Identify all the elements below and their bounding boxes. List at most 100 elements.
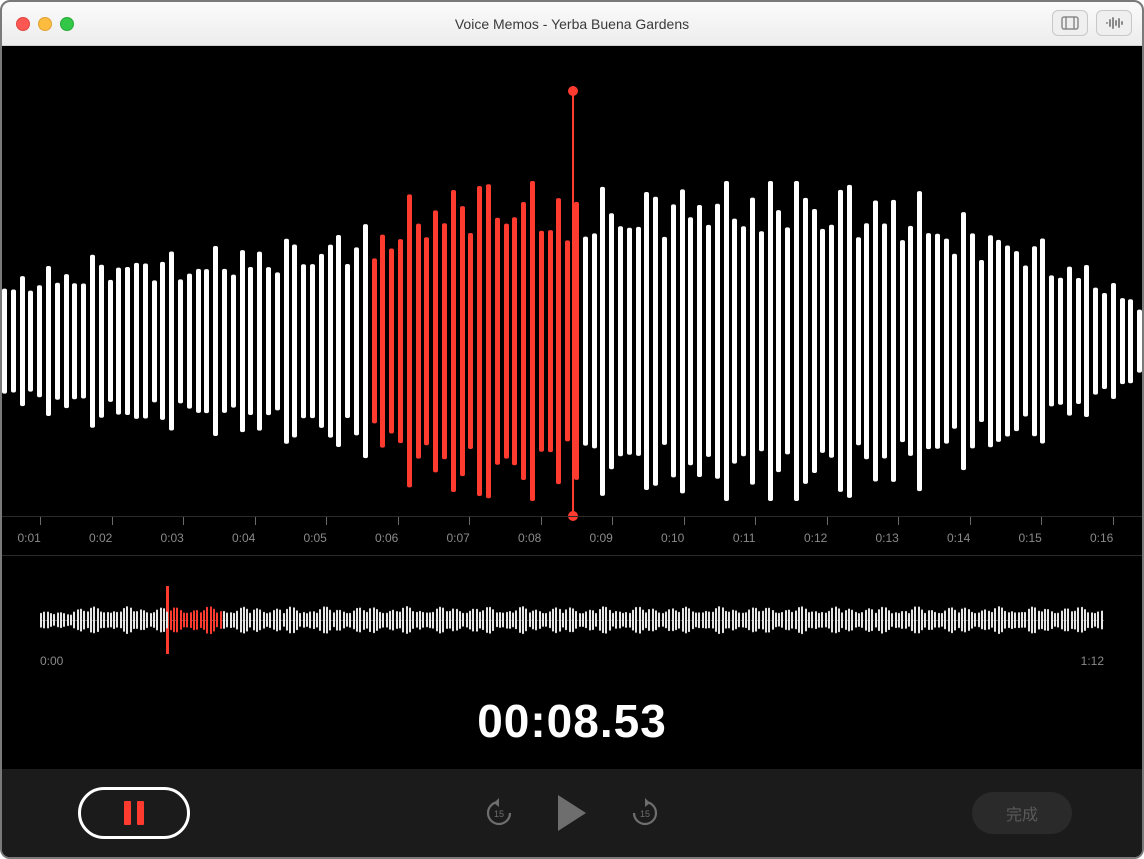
waveform-bar (732, 219, 737, 464)
waveform-bar (319, 254, 324, 428)
overview-bar (83, 611, 85, 630)
waveform-bar (1014, 251, 1019, 431)
overview-bar (356, 608, 358, 632)
overview-bar (93, 606, 95, 633)
waveform-bar (64, 274, 69, 408)
overview-bar (765, 608, 767, 633)
play-button[interactable] (558, 795, 586, 831)
waveform-bar (407, 195, 412, 488)
overview-bar (220, 611, 222, 629)
waveform-bar (372, 259, 377, 424)
overview-bar (1021, 612, 1023, 628)
overview-bar (70, 614, 72, 625)
overview-bar (971, 612, 973, 629)
overview-bar (908, 613, 910, 627)
pause-icon (137, 801, 144, 825)
ruler-label: 0:14 (947, 531, 970, 545)
overview-bar (130, 607, 132, 632)
levels-button[interactable] (1096, 10, 1132, 36)
waveform-bar (609, 213, 614, 469)
pause-button[interactable] (78, 787, 190, 839)
waveform-bar (275, 273, 280, 410)
overview-bar (230, 612, 232, 628)
overview-bar (974, 613, 976, 627)
overview-bar (924, 613, 926, 628)
overview-bar (781, 612, 783, 628)
overview-bar (948, 608, 950, 632)
time-ruler[interactable]: 0:010:020:030:040:050:060:070:080:090:10… (2, 516, 1142, 556)
waveform-bar (600, 187, 605, 495)
overview-bar (429, 612, 431, 628)
overview-bar (409, 608, 411, 633)
overview-bar (236, 611, 238, 630)
overview-bar (1074, 611, 1076, 630)
pause-icon (124, 801, 131, 825)
done-button[interactable]: 完成 (972, 792, 1072, 834)
ruler-label: 0:16 (1090, 531, 1113, 545)
waveform-bar (72, 283, 77, 398)
waveform-bar (829, 225, 834, 458)
overview-bar (472, 609, 474, 632)
close-window-button[interactable] (16, 17, 30, 31)
overview-bar (190, 612, 192, 628)
waveform-bar (1084, 265, 1089, 417)
overview-bar (898, 613, 900, 628)
titlebar: Voice Memos - Yerba Buena Gardens (2, 2, 1142, 46)
overview-bar (825, 613, 827, 628)
zoom-window-button[interactable] (60, 17, 74, 31)
overview-bar (373, 607, 375, 633)
overview-bar (133, 611, 135, 629)
overview-bar (299, 613, 301, 627)
playhead[interactable] (572, 91, 574, 516)
waveform-bar (882, 224, 887, 459)
overview-bar (1038, 611, 1040, 630)
ruler-label: 0:09 (589, 531, 612, 545)
overview-bar (609, 610, 611, 631)
overview-bar (722, 607, 724, 633)
waveform-overview[interactable]: 0:00 1:12 (40, 592, 1104, 668)
waveform-bar (460, 206, 465, 476)
skip-back-button[interactable]: 15 (484, 798, 514, 828)
trim-button[interactable] (1052, 10, 1088, 36)
ruler-tick: 0:09 (601, 517, 624, 545)
overview-bar (273, 610, 275, 630)
overview-bar (841, 612, 843, 628)
overview-bar (269, 612, 271, 628)
overview-bar (648, 609, 650, 631)
overview-bar (545, 613, 547, 627)
overview-bar (575, 611, 577, 629)
overview-bar (635, 607, 637, 633)
skip-forward-button[interactable]: 15 (630, 798, 660, 828)
waveform-bar (847, 185, 852, 497)
overview-bar (811, 611, 813, 628)
overview-bar (1057, 613, 1059, 628)
ruler-tick: 0:15 (1030, 517, 1053, 545)
overview-bar (572, 608, 574, 632)
overview-bar (160, 608, 162, 633)
overview-bar (1097, 611, 1099, 628)
ruler-tick: 0:08 (530, 517, 553, 545)
overview-bar (828, 611, 830, 629)
waveform-main[interactable] (2, 56, 1142, 516)
ruler-label: 0:07 (446, 531, 469, 545)
overview-bar (845, 610, 847, 630)
overview-bar (555, 607, 557, 633)
waveform-bar (856, 237, 861, 445)
waveform-bar (671, 205, 676, 478)
overview-bar (728, 611, 730, 628)
overview-bar (286, 609, 288, 631)
overview-bar (665, 611, 667, 628)
overview-bar (140, 609, 142, 630)
overview-bar (233, 613, 235, 628)
overview-bar (67, 614, 69, 626)
overview-bar (186, 613, 188, 628)
overview-bar (911, 609, 913, 631)
overview-bar (1011, 611, 1013, 629)
waveform-bar (917, 191, 922, 491)
waveform-bar (301, 264, 306, 417)
waveform-bar (28, 291, 33, 392)
overview-bar (193, 610, 195, 630)
minimize-window-button[interactable] (38, 17, 52, 31)
waveform-bar (838, 190, 843, 492)
overview-bar (436, 609, 438, 632)
